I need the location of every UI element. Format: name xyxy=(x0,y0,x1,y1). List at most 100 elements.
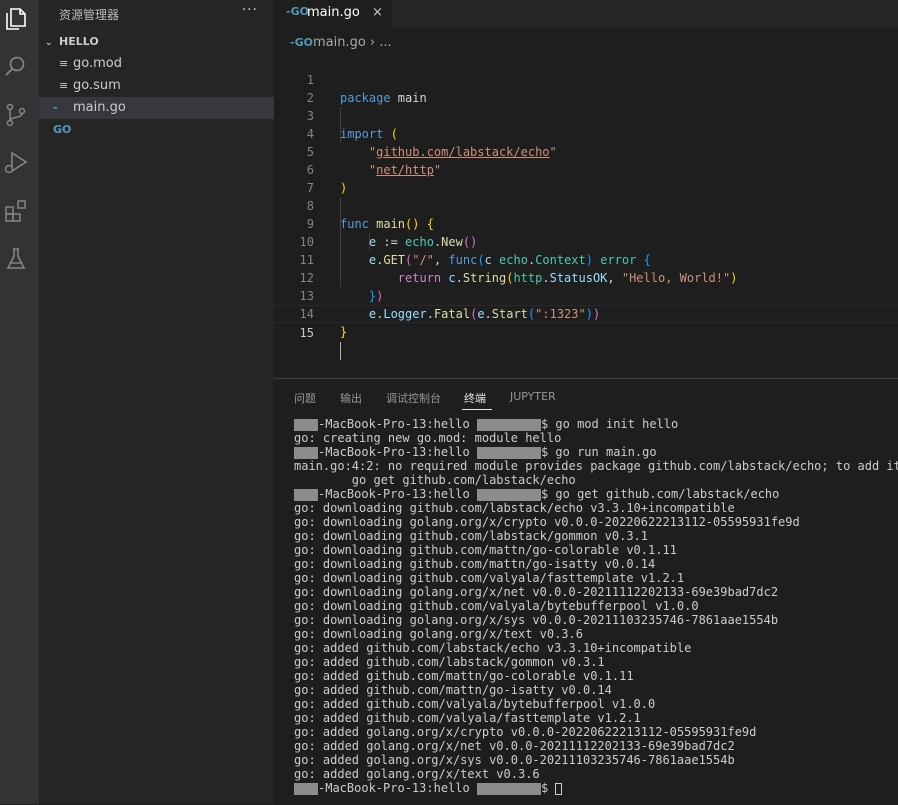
search-icon[interactable] xyxy=(3,54,29,80)
terminal-command: go get github.com/labstack/echo xyxy=(555,487,780,501)
breadcrumb-file[interactable]: main.go xyxy=(313,35,366,50)
text-cursor xyxy=(340,342,341,360)
terminal-line: go: added golang.org/x/crypto v0.0.0-202… xyxy=(294,725,757,739)
code-line: 3 import ( xyxy=(274,89,898,141)
file-lines-icon: ≡ xyxy=(59,57,69,70)
terminal-host: -MacBook-Pro-13:hello xyxy=(318,417,477,431)
terminal-line: go: added github.com/valyala/fasttemplat… xyxy=(294,711,641,725)
terminal-line: -MacBook-Pro-13:hello $ xyxy=(294,781,563,795)
code-line: 4 "github.com/labstack/echo" xyxy=(274,107,898,159)
redacted-block xyxy=(294,488,318,501)
code-line: 12 }) xyxy=(274,251,898,303)
terminal-line: go: creating new go.mod: module hello xyxy=(294,431,562,445)
chevron-down-icon: ⌄ xyxy=(45,38,53,48)
line-number: 15 xyxy=(299,326,314,340)
terminal-line: go: downloading github.com/mattn/go-colo… xyxy=(294,543,677,557)
code-line: 6 ) xyxy=(274,143,898,195)
more-actions-icon[interactable]: ··· xyxy=(242,2,258,18)
extensions-icon[interactable] xyxy=(3,198,29,224)
terminal-line: go: downloading github.com/mattn/go-isat… xyxy=(294,557,656,571)
code-token: } xyxy=(340,325,348,339)
close-icon[interactable]: × xyxy=(372,5,383,20)
tab-jupyter[interactable]: JUPYTER xyxy=(510,390,556,403)
terminal-host: -MacBook-Pro-13:hello xyxy=(318,487,477,501)
terminal-command: go mod init hello xyxy=(555,417,679,431)
code-line: 2 xyxy=(274,71,898,105)
terminal-prompt: $ xyxy=(540,487,556,501)
source-control-icon[interactable] xyxy=(3,102,29,128)
folder-hello[interactable]: ⌄ HELLO xyxy=(45,35,99,48)
editor: -GO main.go × -GOmain.go › ... 1 package… xyxy=(274,0,898,378)
file-name: main.go xyxy=(73,100,126,115)
go-file-icon: -GO xyxy=(286,5,309,18)
terminal-line: go: downloading github.com/labstack/echo… xyxy=(294,501,735,515)
terminal-line: -MacBook-Pro-13:hello $ go run main.go xyxy=(294,445,657,459)
terminal-line: go: downloading golang.org/x/text v0.3.6 xyxy=(294,627,583,641)
file-lines-icon: ≡ xyxy=(59,79,69,92)
explorer-title: 资源管理器 xyxy=(59,8,120,22)
terminal-line: go: downloading golang.org/x/net v0.0.0-… xyxy=(294,585,779,599)
folder-label: HELLO xyxy=(59,35,99,48)
code-line: 11 return c.String(http.StatusOK, "Hello… xyxy=(274,233,898,285)
terminal-line: go: added github.com/mattn/go-colorable … xyxy=(294,669,634,683)
explorer-sidebar: 资源管理器 ··· ⌄ HELLO ≡ go.mod ≡ go.sum -GO m… xyxy=(39,0,274,804)
go-file-icon: -GO xyxy=(290,36,313,49)
terminal-line: go: added github.com/labstack/gommon v0.… xyxy=(294,655,605,669)
redacted-block xyxy=(294,782,318,795)
breadcrumb: -GOmain.go › ... xyxy=(290,35,392,50)
code-line: 10 e.GET("/", func(c echo.Context) error… xyxy=(274,215,898,267)
tab-debug-console[interactable]: 调试控制台 xyxy=(386,390,441,406)
code-line: 1 package main xyxy=(274,53,898,105)
terminal-command: go run main.go xyxy=(555,445,657,459)
terminal-prompt: $ xyxy=(540,781,556,795)
tab-problems[interactable]: 问题 xyxy=(294,390,316,406)
bottom-panel: 问题 输出 调试控制台 终端 JUPYTER -MacBook-Pro-13:h… xyxy=(274,378,898,805)
code-line: 14 } xyxy=(274,287,898,339)
tab-main-go[interactable]: -GO main.go × xyxy=(274,0,392,28)
file-item-go-sum[interactable]: ≡ go.sum xyxy=(39,75,274,97)
redacted-block xyxy=(294,418,318,431)
terminal-prompt: $ xyxy=(540,445,556,459)
terminal-host: -MacBook-Pro-13:hello xyxy=(318,781,477,795)
run-debug-icon[interactable] xyxy=(3,150,29,176)
code-line: 9 e := echo.New() xyxy=(274,197,898,249)
terminal-line: go: downloading github.com/valyala/byteb… xyxy=(294,599,699,613)
tab-label: main.go xyxy=(307,5,360,20)
redacted-block xyxy=(476,446,541,459)
terminal-line: go: downloading github.com/valyala/fastt… xyxy=(294,571,685,585)
redacted-block xyxy=(294,446,318,459)
code-line: 13 e.Logger.Fatal(e.Start(":1323")) xyxy=(274,269,898,321)
terminal-line: -MacBook-Pro-13:hello $ go get github.co… xyxy=(294,487,779,501)
editor-tab-bar: -GO main.go × xyxy=(274,0,898,28)
terminal-line: go: added github.com/mattn/go-isatty v0.… xyxy=(294,683,612,697)
file-item-main-go[interactable]: -GO main.go xyxy=(39,97,274,136)
tab-terminal[interactable]: 终端 xyxy=(464,390,486,406)
terminal-line: go: added github.com/valyala/bytebufferp… xyxy=(294,697,656,711)
terminal-line: go: downloading golang.org/x/crypto v0.0… xyxy=(294,515,800,529)
terminal-line: go: downloading golang.org/x/sys v0.0.0-… xyxy=(294,613,779,627)
terminal-line: go: added golang.org/x/sys v0.0.0-202111… xyxy=(294,753,735,767)
breadcrumb-separator: › xyxy=(365,35,380,50)
terminal-host: -MacBook-Pro-13:hello xyxy=(318,445,477,459)
active-tab-indicator xyxy=(462,409,492,410)
terminal-line: -MacBook-Pro-13:hello $ go mod init hell… xyxy=(294,417,678,431)
file-name: go.sum xyxy=(73,78,121,93)
terminal-line: go: added golang.org/x/net v0.0.0-202111… xyxy=(294,739,735,753)
code-line-current: 15 xyxy=(274,305,898,360)
testing-icon[interactable] xyxy=(3,246,29,272)
terminal-line: go: downloading github.com/labstack/gomm… xyxy=(294,529,649,543)
file-item-go-mod[interactable]: ≡ go.mod xyxy=(39,53,274,75)
code-line: 7 xyxy=(274,161,898,195)
terminal-line: go: added golang.org/x/text v0.3.6 xyxy=(294,767,540,781)
terminal-line: go get github.com/labstack/echo xyxy=(294,473,576,487)
terminal-prompt: $ xyxy=(540,417,556,431)
activity-bar xyxy=(0,0,39,804)
files-icon[interactable] xyxy=(3,6,29,32)
breadcrumb-symbols[interactable]: ... xyxy=(379,35,391,50)
terminal-line: main.go:4:2: no required module provides… xyxy=(294,459,898,473)
redacted-block xyxy=(476,418,541,431)
go-file-icon: -GO xyxy=(53,101,72,136)
terminal-line: go: added github.com/labstack/echo v3.3.… xyxy=(294,641,692,655)
terminal-cursor xyxy=(555,782,563,795)
tab-output[interactable]: 输出 xyxy=(340,390,362,406)
